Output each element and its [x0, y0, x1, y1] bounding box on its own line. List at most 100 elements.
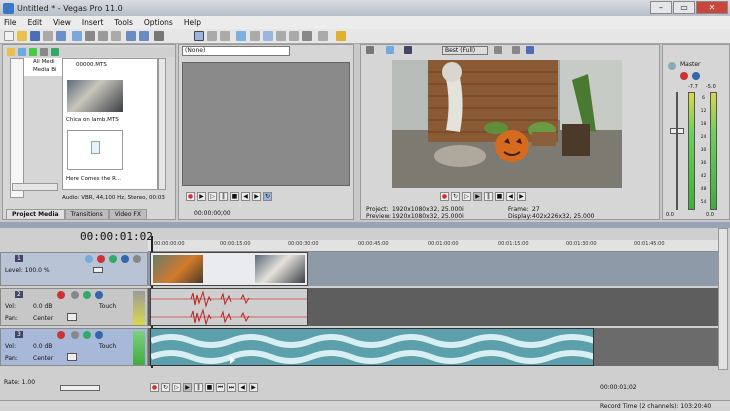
main-prev-frame-icon[interactable]: ◀ [238, 383, 247, 392]
menu-edit[interactable]: Edit [28, 18, 43, 27]
menu-tools[interactable]: Tools [114, 18, 132, 27]
main-play-start-icon[interactable]: ▷ [172, 383, 181, 392]
snapping-icon[interactable] [250, 31, 260, 41]
main-pause-icon[interactable]: ‖ [194, 383, 203, 392]
save-snapshot-icon[interactable] [526, 46, 534, 54]
preview-fx-icon[interactable] [404, 46, 412, 54]
external-monitor-icon[interactable] [386, 46, 394, 54]
timeline-vertical-scrollbar[interactable] [718, 228, 728, 370]
maximize-button[interactable]: ▭ [673, 1, 695, 14]
main-record-icon[interactable]: ● [150, 383, 159, 392]
trim-play-icon[interactable]: ▶ [197, 192, 206, 201]
main-stop-icon[interactable]: ■ [205, 383, 214, 392]
clip-name-chica[interactable]: Chica on lamb.MTS [66, 117, 119, 123]
trim-stop-icon[interactable]: ■ [230, 192, 239, 201]
crossfade-icon[interactable] [302, 31, 312, 41]
trim-play-from-start-icon[interactable]: ▷ [208, 192, 217, 201]
audio-event-1[interactable] [150, 288, 308, 326]
audio-touch-mode[interactable]: Touch [99, 303, 116, 310]
preview-quality-dropdown[interactable]: Best (Full) [442, 46, 488, 55]
render-icon[interactable] [56, 31, 66, 41]
get-media-icon[interactable] [29, 48, 37, 56]
solo-track-icon[interactable] [133, 255, 141, 263]
selection-tool-icon[interactable] [220, 31, 230, 41]
remove-media-icon[interactable] [40, 48, 48, 56]
track-fx-audio-icon[interactable] [83, 291, 91, 299]
prev-play-start-icon[interactable]: ▷ [462, 192, 471, 201]
main-next-frame-icon[interactable]: ▶ [249, 383, 258, 392]
media-properties-icon[interactable] [51, 48, 59, 56]
main-go-end-icon[interactable]: ⏭ [227, 383, 236, 392]
close-button[interactable]: ✕ [696, 1, 728, 14]
prev-stop-icon[interactable]: ■ [495, 192, 504, 201]
zoom-tool-icon[interactable] [236, 31, 246, 41]
envelope-tool-icon[interactable] [207, 31, 217, 41]
undo-icon[interactable] [126, 31, 136, 41]
trimmer-source-dropdown[interactable]: (None) [182, 46, 290, 56]
trim-record-icon[interactable]: ● [186, 192, 195, 201]
video-event-clip[interactable] [150, 252, 308, 286]
trim-prev-frame-icon[interactable]: ◀ [241, 192, 250, 201]
clip-name-here-comes[interactable]: Here Comes the R... [66, 176, 121, 182]
trim-loop-icon[interactable]: ↻ [263, 192, 272, 201]
preview-properties-icon[interactable] [366, 46, 374, 54]
audio-mute-icon[interactable] [95, 291, 103, 299]
prev-pause-icon[interactable]: ‖ [484, 192, 493, 201]
compositing-icon[interactable] [109, 255, 117, 263]
tree-horizontal-scrollbar[interactable] [12, 183, 58, 191]
lock-envelopes-icon[interactable] [276, 31, 286, 41]
prev-loop-icon[interactable]: ↻ [451, 192, 460, 201]
paste-icon[interactable] [111, 31, 121, 41]
prev-record-icon[interactable]: ● [440, 192, 449, 201]
menu-options[interactable]: Options [144, 18, 173, 27]
online-help-icon[interactable] [318, 31, 328, 41]
tree-item-media-bins[interactable]: Media Bi [33, 66, 62, 74]
new-icon[interactable] [4, 31, 14, 41]
main-play-icon[interactable]: ▶ [183, 383, 192, 392]
invert-phase-2-icon[interactable] [71, 331, 79, 339]
clip-thumbnail-audio[interactable] [67, 130, 123, 170]
menu-file[interactable]: File [4, 18, 17, 27]
tree-item-all-media[interactable]: All Medi [33, 58, 62, 66]
copy-icon[interactable] [98, 31, 108, 41]
audio-pan-slider-2[interactable] [67, 353, 77, 361]
capture-icon[interactable] [72, 31, 82, 41]
capture-video-icon[interactable] [18, 48, 26, 56]
copy-snapshot-icon[interactable] [512, 46, 520, 54]
open-icon[interactable] [17, 31, 27, 41]
mute-track-icon[interactable] [121, 255, 129, 263]
prev-next-icon[interactable]: ▶ [517, 192, 526, 201]
main-go-start-icon[interactable]: ⏮ [216, 383, 225, 392]
ignore-grouping-icon[interactable] [289, 31, 299, 41]
invert-phase-icon[interactable] [71, 291, 79, 299]
main-loop-icon[interactable]: ↻ [161, 383, 170, 392]
clip-thumbnail-chica[interactable] [67, 80, 123, 112]
tab-video-fx[interactable]: Video FX [108, 209, 147, 220]
save-icon[interactable] [30, 31, 40, 41]
video-level-slider[interactable] [93, 267, 103, 273]
timeline-ruler[interactable]: 00:00:00:00 00:00:15:00 00:00:30:00 00:0… [148, 240, 718, 252]
master-fx-icon[interactable] [680, 72, 688, 80]
master-properties-icon[interactable] [668, 62, 676, 70]
arm-record-icon[interactable] [57, 291, 65, 299]
media-vertical-scrollbar[interactable] [158, 58, 166, 190]
cut-icon[interactable] [85, 31, 95, 41]
master-mute-icon[interactable] [692, 72, 700, 80]
menu-insert[interactable]: Insert [82, 18, 104, 27]
overlays-icon[interactable] [494, 46, 502, 54]
timeline-splitter[interactable] [0, 222, 730, 228]
trim-pause-icon[interactable]: ‖ [219, 192, 228, 201]
auto-ripple-icon[interactable] [263, 31, 273, 41]
tab-project-media[interactable]: Project Media [6, 209, 65, 220]
trim-icon[interactable] [154, 31, 164, 41]
arm-record-2-icon[interactable] [57, 331, 65, 339]
tab-transitions[interactable]: Transitions [64, 209, 109, 220]
rate-slider[interactable] [60, 385, 100, 391]
audio-touch-mode-2[interactable]: Touch [99, 343, 116, 350]
minimize-button[interactable]: – [650, 1, 672, 14]
track-fx-icon[interactable] [97, 255, 105, 263]
audio-mute-2-icon[interactable] [95, 331, 103, 339]
prev-play-icon[interactable]: ▶ [473, 192, 482, 201]
track-motion-icon[interactable] [85, 255, 93, 263]
trim-next-frame-icon[interactable]: ▶ [252, 192, 261, 201]
